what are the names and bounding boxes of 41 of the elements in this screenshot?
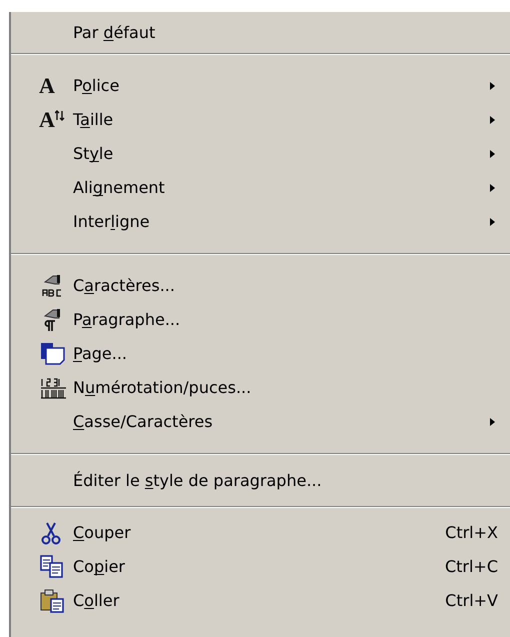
menu-item-label: Par défaut: [73, 22, 156, 44]
up-down-arrows-icon: [54, 110, 65, 122]
menu-item-label: Copier: [73, 556, 126, 578]
menu-item-label: Casse/Caractères: [73, 411, 214, 433]
menu-item[interactable]: Couper Ctrl+X: [11, 516, 510, 550]
letter-a-icon: A: [39, 75, 55, 97]
menu-item[interactable]: Interligne: [11, 205, 510, 239]
menu-item-label: Numérotation/puces...: [73, 377, 252, 399]
menu-item-label: Page...: [73, 343, 128, 365]
menu-item-label: Alignement: [73, 177, 166, 199]
shortcut-text: Ctrl+X: [445, 522, 498, 544]
menu-item[interactable]: Paragraphe...: [11, 303, 510, 337]
menu-item[interactable]: Coller Ctrl+V: [11, 584, 510, 618]
menu-item[interactable]: Numérotation/puces...: [11, 371, 510, 405]
shortcut-text: Ctrl+V: [445, 590, 498, 612]
menu-item-label: Police: [73, 75, 120, 97]
numbered-list-icon: [39, 376, 67, 400]
menu-item-label: Taille: [73, 109, 114, 131]
menu-item[interactable]: Style: [11, 137, 510, 171]
menu-item[interactable]: A Police: [11, 69, 510, 103]
menu-item[interactable]: Par défaut: [11, 16, 510, 49]
menu-item-label: Paragraphe...: [73, 309, 182, 331]
letter-a-icon: A: [39, 109, 55, 131]
menu-item-label: Caractères...: [73, 275, 176, 297]
scissors-icon: [39, 521, 63, 545]
page-icon: [39, 342, 67, 366]
menu-item-label: Interligne: [73, 211, 151, 233]
menu-item-label: Coller: [73, 590, 120, 612]
shortcut-text: Ctrl+C: [444, 556, 498, 578]
menu-item-label: Éditer le style de paragraphe...: [73, 470, 323, 492]
menu-item[interactable]: Copier Ctrl+C: [11, 550, 510, 584]
menu-item[interactable]: A Taille: [11, 103, 510, 137]
menu-item-label: Style: [73, 143, 114, 165]
menu-item[interactable]: Éditer le style de paragraphe...: [11, 464, 510, 498]
menu-item-label: Couper: [73, 522, 132, 544]
menu-item[interactable]: Alignement: [11, 171, 510, 205]
copy-icon: [39, 555, 65, 579]
menu-item[interactable]: Caractères...: [11, 269, 510, 303]
menu-item[interactable]: Page...: [11, 337, 510, 371]
menu-item[interactable]: Casse/Caractères: [11, 405, 510, 439]
clipboard-icon: [39, 589, 65, 613]
